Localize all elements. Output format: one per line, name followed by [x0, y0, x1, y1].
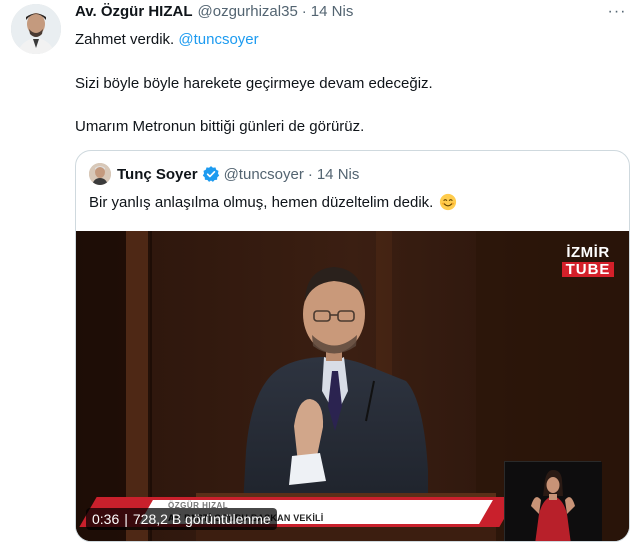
quoted-author-name[interactable]: Tunç Soyer [117, 166, 198, 183]
verified-badge-icon [202, 165, 220, 183]
quoted-author-handle[interactable]: @tuncsoyer [224, 166, 304, 183]
brand-line-2: TUBE [562, 262, 614, 277]
quoted-tweet-date[interactable]: 14 Nis [317, 166, 360, 183]
tweet-text-line-2: Sizi böyle böyle harekete geçirmeye deva… [75, 75, 433, 92]
quoted-tweet-text-body: Bir yanlış anlaşılma olmuş, hemen düzelt… [89, 193, 434, 211]
brand-line-1: İZMİR [566, 244, 610, 261]
quoted-author-avatar[interactable] [89, 163, 111, 185]
video-info-badge: 0:36 | 728,2 B görüntülenme [86, 508, 277, 530]
tweet-text-prefix: Zahmet verdik. [75, 31, 175, 48]
quoted-separator-dot: · [307, 165, 313, 183]
mention-link[interactable]: @tuncsoyer [178, 31, 258, 48]
video-duration: 0:36 [92, 511, 120, 527]
tweet-text-line-1: Zahmet verdik. @tuncsoyer [75, 31, 259, 48]
author-name[interactable]: Av. Özgür HIZAL [75, 3, 193, 20]
quoted-tweet[interactable]: Tunç Soyer @tuncsoyer · 14 Nis Bir yanlı… [75, 150, 630, 542]
smiling-face-emoji-icon [439, 193, 457, 211]
author-handle[interactable]: @ozgurhizal35 [198, 3, 298, 20]
izmir-tube-logo: İZMİR TUBE [562, 245, 614, 277]
tweet-header: Av. Özgür HIZAL @ozgurhizal35 · 14 Nis [75, 3, 353, 25]
quoted-tweet-header: Tunç Soyer @tuncsoyer · 14 Nis [117, 165, 359, 183]
separator-dot: · [301, 3, 307, 20]
sign-language-interpreter [504, 461, 602, 541]
tweet-date[interactable]: 14 Nis [311, 3, 354, 20]
tweet[interactable]: Av. Özgür HIZAL @ozgurhizal35 · 14 Nis ·… [0, 0, 640, 542]
author-avatar[interactable] [11, 4, 61, 54]
quoted-tweet-text: Bir yanlış anlaşılma olmuş, hemen düzelt… [89, 193, 457, 211]
badge-separator: | [124, 511, 128, 527]
video-player[interactable]: İZMİR TUBE ÖZGÜR HIZAL AK PARTİ GRUBU BA… [76, 231, 629, 541]
tweet-text-line-3: Umarım Metronun bittiği günleri de görür… [75, 118, 365, 135]
more-options-icon[interactable]: ··· [606, 3, 628, 23]
video-view-count: 728,2 B görüntülenme [132, 511, 271, 527]
